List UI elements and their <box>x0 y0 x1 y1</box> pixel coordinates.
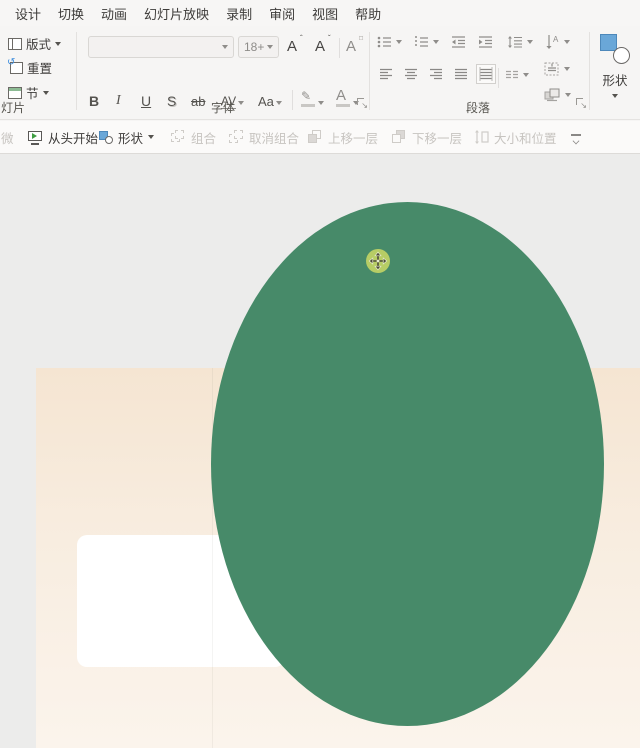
menu-bar: 设计 切换 动画 幻灯片放映 录制 审阅 视图 帮助 <box>0 0 640 26</box>
align-right-icon <box>429 68 443 80</box>
numbering-button[interactable] <box>414 36 439 48</box>
align-text-icon <box>544 62 560 76</box>
distribute-text-button[interactable] <box>476 64 496 84</box>
layout-icon <box>8 38 22 50</box>
align-right-button[interactable] <box>429 68 443 80</box>
shapes-toolbar-button[interactable]: 形状 <box>99 121 154 153</box>
chevron-down-icon <box>564 67 570 71</box>
shapes-icon <box>600 34 630 66</box>
green-ellipse-shape[interactable] <box>211 202 604 726</box>
distribute-text-icon <box>479 67 493 81</box>
mini-separator <box>339 38 340 58</box>
ungroup-objects-icon <box>229 130 244 144</box>
presentation-app-window: 设计 切换 动画 幻灯片放映 录制 审阅 视图 帮助 版式 重置 节 灯片 <box>0 0 640 748</box>
bullets-button[interactable] <box>377 36 402 48</box>
decrease-indent-icon <box>451 36 466 48</box>
line-spacing-icon <box>507 36 523 48</box>
group-objects-icon <box>171 130 186 144</box>
justify-button[interactable] <box>454 68 468 80</box>
columns-button[interactable] <box>505 70 529 80</box>
menu-design[interactable]: 设计 <box>15 4 41 23</box>
font-dialog-launcher[interactable] <box>357 98 367 108</box>
toolbar-overflow-button[interactable] <box>570 132 582 144</box>
chevron-down-icon <box>222 45 228 49</box>
grow-font-button[interactable]: Aˆ <box>287 34 303 58</box>
quick-toolbar: 微 从头开始 形状 组合 取消组合 <box>0 121 640 154</box>
group-separator <box>76 32 77 110</box>
paragraph-group-label: 段落 <box>369 99 587 116</box>
from-beginning-button[interactable]: 从头开始 <box>28 121 98 153</box>
chevron-down-icon <box>396 40 402 44</box>
clear-formatting-button[interactable]: A⌑ <box>346 34 363 58</box>
ribbon: 版式 重置 节 灯片 18+ Aˆ Aˇ A⌑ <box>0 26 640 120</box>
shapes-icon <box>99 131 113 144</box>
chevron-down-icon <box>527 40 533 44</box>
chevron-down-icon <box>523 73 529 77</box>
chevron-down-icon <box>55 42 61 46</box>
send-backward-button[interactable]: 下移一层 <box>392 121 462 153</box>
ungroup-button[interactable]: 取消组合 <box>229 121 299 153</box>
text-direction-icon: A <box>544 34 560 50</box>
group-button[interactable]: 组合 <box>171 121 216 153</box>
align-text-button[interactable] <box>544 62 570 76</box>
chevron-down-icon <box>612 94 618 98</box>
font-group-label: 字体 <box>88 99 358 116</box>
columns-icon <box>505 70 519 80</box>
paragraph-dialog-launcher[interactable] <box>576 98 586 108</box>
justify-icon <box>454 68 468 80</box>
bring-forward-icon <box>308 130 323 144</box>
font-name-combo[interactable] <box>88 36 234 58</box>
decrease-indent-button[interactable] <box>451 36 466 48</box>
chevron-down-icon <box>148 135 154 139</box>
chevron-down-icon <box>565 93 571 97</box>
align-center-icon <box>404 68 418 80</box>
menu-help[interactable]: 帮助 <box>355 4 381 23</box>
reset-icon <box>8 61 23 74</box>
shapes-gallery-button[interactable]: 形状 <box>592 31 638 115</box>
increase-indent-button[interactable] <box>478 36 493 48</box>
menu-animations[interactable]: 动画 <box>101 4 127 23</box>
section-icon <box>8 87 22 99</box>
line-spacing-button[interactable] <box>507 36 533 48</box>
move-cursor-icon <box>365 248 391 274</box>
menu-transitions[interactable]: 切换 <box>58 4 84 23</box>
send-backward-icon <box>392 130 407 144</box>
group-separator <box>589 32 590 110</box>
menu-view[interactable]: 视图 <box>312 4 338 23</box>
font-size-combo[interactable]: 18+ <box>238 36 279 58</box>
move-cursor-indicator <box>365 248 391 274</box>
bullets-icon <box>377 36 392 48</box>
bring-forward-button[interactable]: 上移一层 <box>308 121 378 153</box>
text-direction-button[interactable]: A <box>544 34 570 50</box>
clipped-toolbar-label: 微 <box>1 121 15 153</box>
menu-slideshow[interactable]: 幻灯片放映 <box>144 4 209 23</box>
size-position-icon <box>474 130 489 144</box>
numbering-icon <box>414 36 429 48</box>
align-left-button[interactable] <box>379 68 393 80</box>
menu-record[interactable]: 录制 <box>226 4 252 23</box>
align-left-icon <box>379 68 393 80</box>
menu-review[interactable]: 审阅 <box>269 4 295 23</box>
layout-button[interactable]: 版式 <box>8 34 61 53</box>
increase-indent-icon <box>478 36 493 48</box>
mini-separator <box>498 68 499 88</box>
reset-button[interactable]: 重置 <box>8 58 52 77</box>
slide-canvas <box>0 154 640 748</box>
size-position-button[interactable]: 大小和位置 <box>474 121 557 153</box>
chevron-down-icon <box>43 91 49 95</box>
chevron-down-icon <box>564 40 570 44</box>
shrink-font-button[interactable]: Aˇ <box>315 34 331 58</box>
align-center-button[interactable] <box>404 68 418 80</box>
svg-text:A: A <box>553 35 559 44</box>
slides-group-label: 灯片 <box>1 99 25 116</box>
slideshow-play-icon <box>28 130 43 145</box>
chevron-down-icon <box>433 40 439 44</box>
chevron-down-icon <box>267 45 273 49</box>
